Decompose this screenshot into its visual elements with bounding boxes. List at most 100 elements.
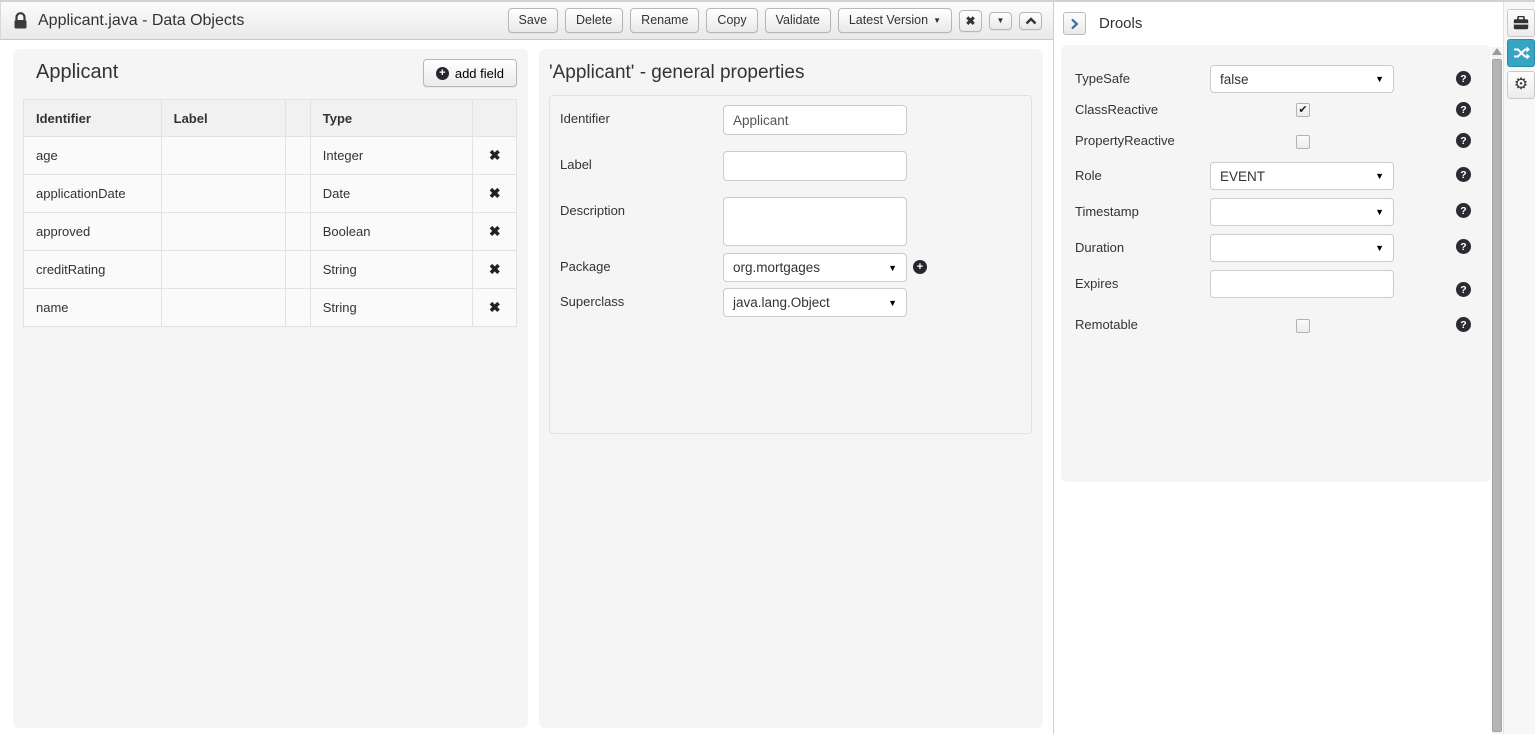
typesafe-help-icon[interactable]: ? <box>1456 71 1471 86</box>
save-button[interactable]: Save <box>508 8 559 33</box>
panel-menu-dropdown-button[interactable]: ▼ <box>989 12 1012 30</box>
rename-button[interactable]: Rename <box>630 8 699 33</box>
expires-label: Expires <box>1075 276 1118 291</box>
header-identifier: Identifier <box>24 100 162 137</box>
field-type-cell: String <box>310 251 473 289</box>
chevron-up-icon <box>1025 17 1037 25</box>
field-spacer-cell <box>285 137 310 175</box>
timestamp-help-icon[interactable]: ? <box>1456 203 1471 218</box>
briefcase-icon <box>1513 16 1529 30</box>
latest-version-dropdown[interactable]: Latest Version ▼ <box>838 8 952 33</box>
fields-table: Identifier Label Type age Integer ✖ appl… <box>23 99 517 327</box>
description-label: Description <box>560 203 625 218</box>
remotable-checkbox[interactable] <box>1296 319 1310 333</box>
field-label-cell <box>161 251 285 289</box>
delete-field-button[interactable]: ✖ <box>489 185 501 202</box>
propertyreactive-checkbox[interactable] <box>1296 135 1310 149</box>
propertyreactive-label: PropertyReactive <box>1075 133 1175 148</box>
add-field-button[interactable]: + add field <box>423 59 517 87</box>
identifier-field[interactable] <box>723 105 907 135</box>
add-field-label: add field <box>455 66 504 81</box>
propertyreactive-help-icon[interactable]: ? <box>1456 133 1471 148</box>
timestamp-select[interactable]: ▼ <box>1210 198 1394 226</box>
table-row[interactable]: approved Boolean ✖ <box>24 213 517 251</box>
role-help-icon[interactable]: ? <box>1456 167 1471 182</box>
editor-toolbar: Save Delete Rename Copy Validate Latest … <box>508 8 1042 33</box>
package-label: Package <box>560 259 611 274</box>
delete-field-button[interactable]: ✖ <box>489 223 501 240</box>
identifier-label: Identifier <box>560 111 610 126</box>
field-actions-cell: ✖ <box>473 289 517 327</box>
close-button[interactable]: ✖ <box>959 10 982 32</box>
collapse-panel-button[interactable] <box>1019 12 1042 30</box>
plus-circle-icon: + <box>436 67 449 80</box>
data-object-name-heading: Applicant <box>36 61 118 84</box>
drools-properties-form: TypeSafe false ▼ ? ClassReactive ✔ ? Pro… <box>1061 45 1491 482</box>
label-label: Label <box>560 157 592 172</box>
field-actions-cell: ✖ <box>473 213 517 251</box>
role-label: Role <box>1075 168 1102 183</box>
panel-divider <box>1053 2 1054 734</box>
field-label-cell <box>161 289 285 327</box>
copy-button[interactable]: Copy <box>706 8 757 33</box>
header-spacer <box>285 100 310 137</box>
table-row[interactable]: name String ✖ <box>24 289 517 327</box>
field-label-cell <box>161 137 285 175</box>
classreactive-checkbox[interactable]: ✔ <box>1296 103 1310 117</box>
delete-field-button[interactable]: ✖ <box>489 261 501 278</box>
caret-down-icon: ▼ <box>888 298 897 308</box>
caret-down-icon: ▼ <box>1375 171 1384 181</box>
typesafe-label: TypeSafe <box>1075 71 1130 86</box>
description-field[interactable] <box>723 197 907 246</box>
classreactive-help-icon[interactable]: ? <box>1456 102 1471 117</box>
superclass-select[interactable]: java.lang.Object ▼ <box>723 288 907 317</box>
delete-button[interactable]: Delete <box>565 8 623 33</box>
scrollbar-up-arrow[interactable] <box>1492 48 1502 55</box>
collapse-drools-panel-button[interactable] <box>1063 12 1086 35</box>
duration-help-icon[interactable]: ? <box>1456 239 1471 254</box>
lock-icon <box>13 12 28 30</box>
typesafe-select-value: false <box>1220 72 1249 87</box>
delete-field-button[interactable]: ✖ <box>489 147 501 164</box>
caret-down-icon: ▼ <box>1375 74 1384 84</box>
field-type-cell: String <box>310 289 473 327</box>
header-label: Label <box>161 100 285 137</box>
role-select-value: EVENT <box>1220 169 1265 184</box>
label-field[interactable] <box>723 151 907 181</box>
duration-select[interactable]: ▼ <box>1210 234 1394 262</box>
expires-field[interactable] <box>1210 270 1394 298</box>
validate-button[interactable]: Validate <box>765 8 831 33</box>
new-package-button[interactable]: + <box>913 260 927 274</box>
caret-down-icon: ▼ <box>1375 243 1384 253</box>
delete-field-button[interactable]: ✖ <box>489 299 501 316</box>
field-actions-cell: ✖ <box>473 251 517 289</box>
field-spacer-cell <box>285 289 310 327</box>
table-row[interactable]: age Integer ✖ <box>24 137 517 175</box>
header-type: Type <box>310 100 473 137</box>
settings-button[interactable]: ⚙ <box>1507 71 1535 99</box>
remotable-help-icon[interactable]: ? <box>1456 317 1471 332</box>
close-icon: ✖ <box>965 15 975 27</box>
field-identifier-cell: approved <box>24 213 162 251</box>
package-select[interactable]: org.mortgages ▼ <box>723 253 907 282</box>
drools-panel-header: Drools <box>1055 2 1492 45</box>
data-objects-editor: Applicant.java - Data Objects Save Delet… <box>0 0 1535 734</box>
table-row[interactable]: creditRating String ✖ <box>24 251 517 289</box>
classreactive-label: ClassReactive <box>1075 102 1158 117</box>
randomize-tool-button[interactable] <box>1507 39 1535 67</box>
typesafe-select[interactable]: false ▼ <box>1210 65 1394 93</box>
superclass-label: Superclass <box>560 294 624 309</box>
title-bar: Applicant.java - Data Objects Save Delet… <box>0 2 1054 40</box>
header-actions <box>473 100 517 137</box>
field-type-cell: Date <box>310 175 473 213</box>
latest-version-label: Latest Version <box>849 13 928 28</box>
role-select[interactable]: EVENT ▼ <box>1210 162 1394 190</box>
expires-help-icon[interactable]: ? <box>1456 282 1471 297</box>
field-identifier-cell: name <box>24 289 162 327</box>
project-explorer-button[interactable] <box>1507 9 1535 37</box>
caret-down-icon: ▼ <box>933 17 941 25</box>
side-toolbar: ⚙ <box>1503 2 1535 734</box>
drools-panel-scrollbar-thumb[interactable] <box>1492 59 1502 732</box>
table-row[interactable]: applicationDate Date ✖ <box>24 175 517 213</box>
field-label-cell <box>161 175 285 213</box>
